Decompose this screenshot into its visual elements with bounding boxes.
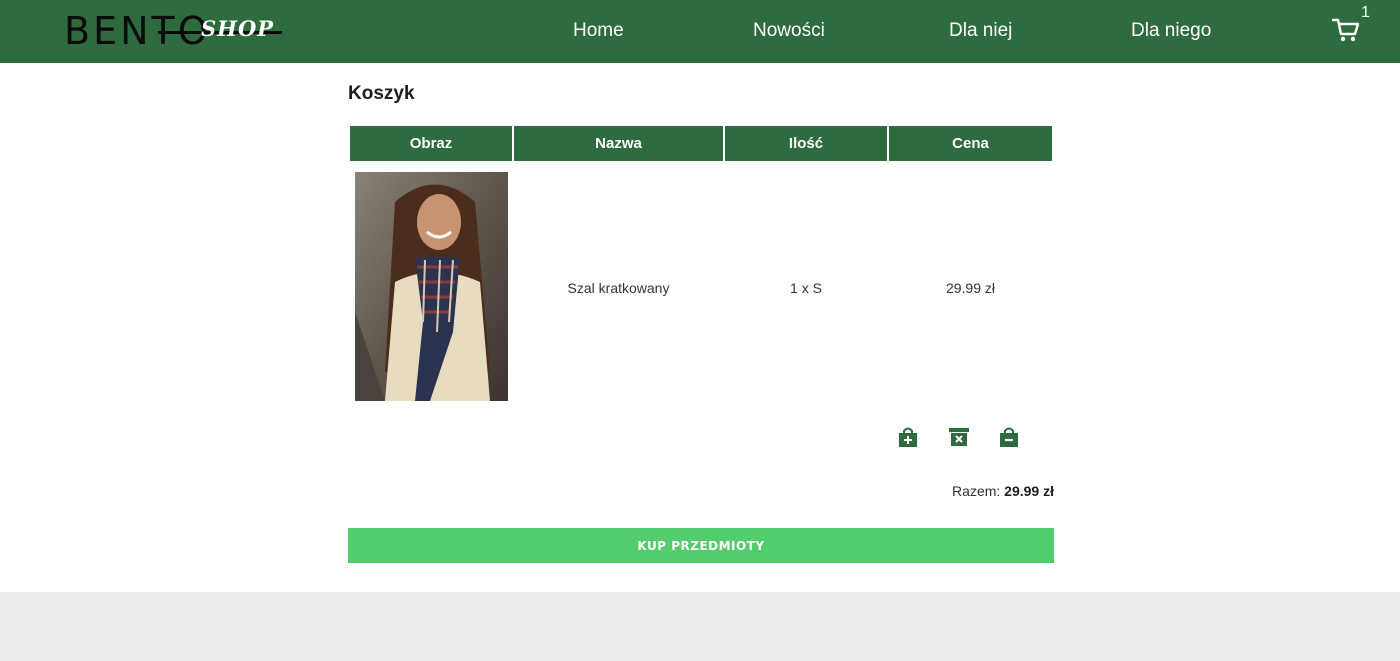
page-title: Koszyk (348, 83, 415, 104)
decrease-quantity-icon[interactable] (999, 426, 1019, 448)
cart-count-badge: 1 (1361, 4, 1370, 21)
total-value: 29.99 zł (1004, 483, 1054, 499)
buy-items-button[interactable]: KUP PRZEDMIOTY (348, 528, 1054, 563)
shop-logo[interactable]: BENTO SHOP (64, 8, 284, 54)
product-image (355, 172, 508, 401)
nav-link-for-her[interactable]: Dla niej (949, 20, 1012, 42)
table-header-price: Cena (889, 126, 1052, 161)
table-cell-price: 29.99 zł (945, 280, 996, 296)
table-header-name: Nazwa (514, 126, 723, 161)
nav-link-new[interactable]: Nowości (753, 20, 825, 42)
table-cell-quantity: 1 x S (790, 280, 822, 296)
cart-total: Razem: 29.99 zł (900, 483, 1054, 499)
table-header-image: Obraz (350, 126, 512, 161)
total-label: Razem: (952, 483, 1005, 499)
add-to-bag-icon[interactable] (898, 426, 918, 448)
nav-link-for-him[interactable]: Dla niego (1131, 20, 1211, 42)
table-cell-name: Szal kratkowany (567, 280, 670, 296)
footer (0, 592, 1400, 661)
remove-item-icon[interactable] (949, 426, 969, 448)
table-header-quantity: Ilość (725, 126, 887, 161)
nav-link-home[interactable]: Home (573, 20, 624, 42)
logo-sub-text: SHOP (201, 16, 275, 41)
cart-icon[interactable] (1330, 14, 1362, 46)
top-navigation-bar: BENTO SHOP Home Nowości Dla niej Dla nie… (0, 0, 1400, 63)
